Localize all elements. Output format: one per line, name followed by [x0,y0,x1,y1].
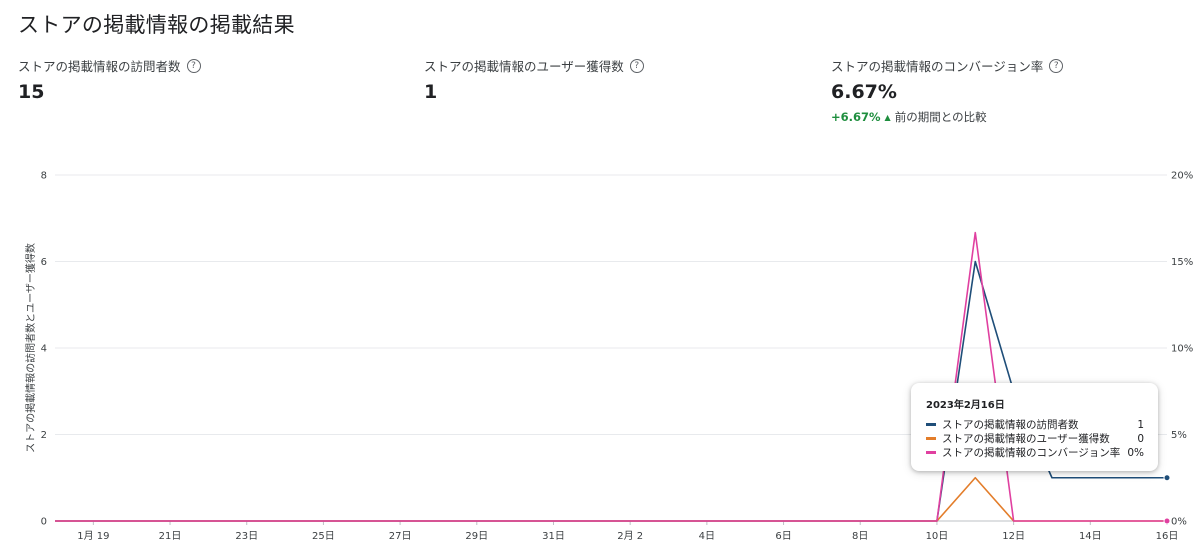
x-tick-label: 14日 [1079,531,1102,542]
x-tick-label: 25日 [312,531,335,542]
x-tick-label: 16日 [1156,531,1179,542]
tooltip-row: ストアの掲載情報の訪問者数 1 [926,417,1144,432]
help-circle-icon[interactable]: ? [186,58,201,73]
metric-visitors-label: ストアの掲載情報の訪問者数 [18,59,181,74]
metric-conversion-compare: 前の期間との比較 [894,110,987,124]
metric-conversion-label: ストアの掲載情報のコンバージョン率 [831,59,1044,74]
metric-acquisitions-label: ストアの掲載情報のユーザー獲得数 [424,59,624,74]
metric-visitors-value: 15 [18,81,45,103]
chart-tooltip: 2023年2月16日 ストアの掲載情報の訪問者数 1 ストアの掲載情報のユーザー… [911,383,1158,471]
tooltip-row-name: ストアの掲載情報のユーザー獲得数 [942,433,1110,445]
legend-swatch-acquisitions [926,437,936,440]
x-tick-label: 4日 [699,531,715,542]
help-circle-icon[interactable]: ? [1049,58,1064,73]
line-chart[interactable]: 024680%5%10%15%20%ストアの掲載情報の訪問者数とユーザー獲得数1… [0,160,1200,551]
page-title: ストアの掲載情報の掲載結果 [18,13,295,37]
metric-acquisitions-value: 1 [424,81,438,103]
y-tick-label: 6 [41,257,47,268]
y2-tick-label: 5% [1171,430,1187,441]
x-tick-label: 12日 [1002,531,1025,542]
y-tick-label: 2 [41,430,47,441]
x-tick-label: 27日 [389,531,412,542]
tooltip-row-name: ストアの掲載情報の訪問者数 [942,419,1079,431]
x-tick-label: 31日 [542,531,565,542]
x-tick-label: 23日 [235,531,258,542]
series-line-conversion [55,231,1167,522]
y2-tick-label: 20% [1171,171,1193,182]
legend-swatch-conversion [926,451,936,454]
series-line-acquisitions [55,476,1167,522]
tooltip-row-value: 0% [1127,446,1144,459]
y-tick-label: 8 [41,171,47,182]
y2-tick-label: 10% [1171,344,1193,355]
x-tick-label: 2月 2 [617,530,643,542]
metric-acquisitions[interactable]: ストアの掲載情報のユーザー獲得数 ? 1 [424,56,644,103]
x-tick-label: 1月 19 [77,530,109,542]
legend-swatch-visitors [926,423,936,426]
metric-conversion[interactable]: ストアの掲載情報のコンバージョン率 ? 6.67% +6.67% ▲ 前の期間と… [831,56,1064,125]
metric-visitors[interactable]: ストアの掲載情報の訪問者数 ? 15 [18,56,201,103]
data-point [1163,517,1171,525]
x-tick-label: 10日 [926,531,949,542]
tooltip-date: 2023年2月16日 [926,400,1005,411]
arrow-up-icon: ▲ [884,112,891,122]
x-tick-label: 6日 [775,531,791,542]
x-tick-label: 29日 [465,531,488,542]
metric-conversion-delta: +6.67% [831,110,881,124]
tooltip-row: ストアの掲載情報のユーザー獲得数 0 [926,431,1144,446]
y2-tick-label: 15% [1171,257,1193,268]
y-tick-label: 4 [41,344,47,355]
tooltip-row-name: ストアの掲載情報のコンバージョン率 [942,447,1121,459]
tooltip-row-value: 1 [1137,418,1144,431]
y-tick-label: 0 [41,517,47,528]
y-axis-title: ストアの掲載情報の訪問者数とユーザー獲得数 [24,243,37,453]
metric-conversion-value: 6.67% [831,81,897,103]
help-circle-icon[interactable]: ? [629,58,644,73]
x-tick-label: 8日 [852,531,868,542]
data-point [1163,474,1171,482]
tooltip-row: ストアの掲載情報のコンバージョン率 0% [926,445,1144,460]
y2-tick-label: 0% [1171,517,1187,528]
x-tick-label: 21日 [159,531,182,542]
tooltip-row-value: 0 [1137,432,1144,445]
